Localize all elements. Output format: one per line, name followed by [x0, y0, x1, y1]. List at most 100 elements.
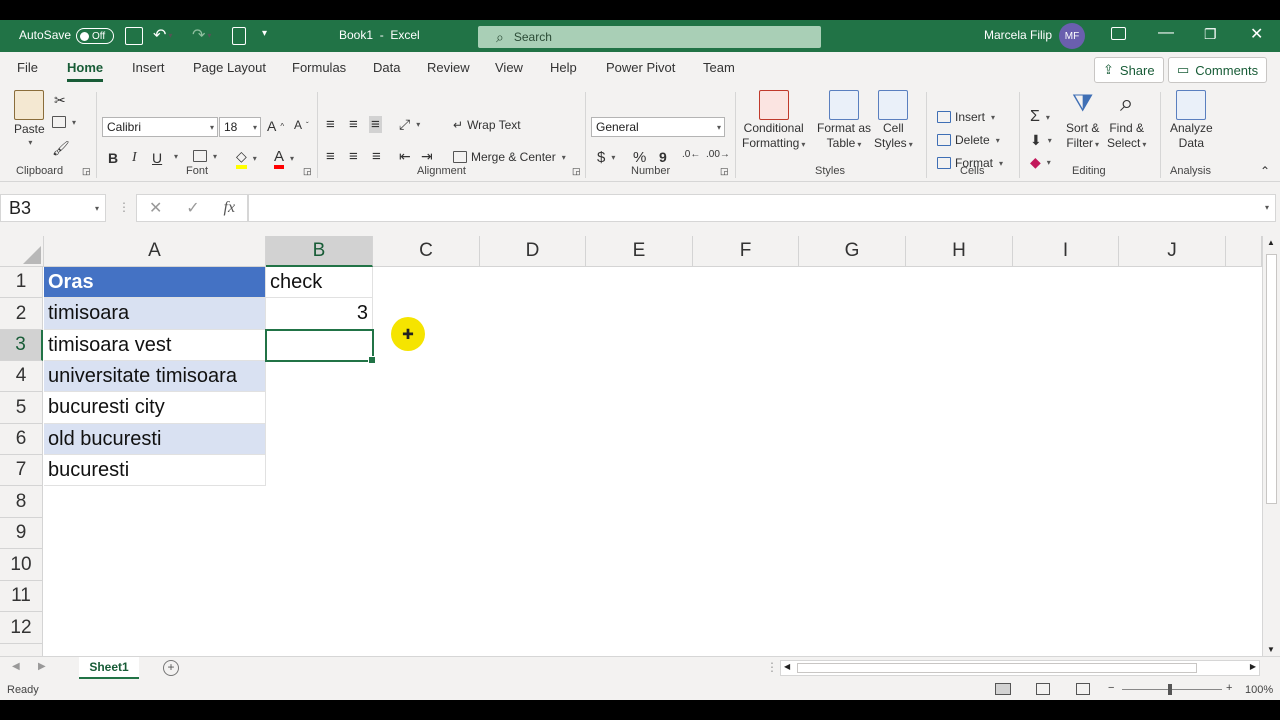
comments-button[interactable]: ▭ Comments — [1168, 57, 1268, 83]
horizontal-scrollbar[interactable]: ◀ ▶ — [780, 660, 1260, 676]
scroll-down-icon[interactable]: ▼ — [1267, 645, 1275, 654]
cell-a7[interactable]: bucuresti — [44, 455, 266, 486]
merge-center-button[interactable]: Merge & Center ▾ — [453, 150, 566, 164]
row-header-10[interactable]: 10 — [0, 549, 43, 581]
format-painter-icon[interactable]: 🖌 — [52, 140, 70, 157]
column-header-c[interactable]: C — [373, 236, 480, 267]
tab-help[interactable]: Help — [550, 60, 577, 75]
cancel-icon[interactable]: ✕ — [149, 198, 162, 218]
row-header-13-partial[interactable] — [0, 644, 43, 656]
align-top-icon[interactable]: ≡ — [326, 116, 335, 133]
column-header-a[interactable]: A — [44, 236, 266, 267]
cell-a1[interactable]: Oras — [44, 267, 266, 298]
row-header-2[interactable]: 2 — [0, 298, 43, 330]
autosum-icon[interactable]: Σ ▾ — [1030, 108, 1050, 126]
row-header-4[interactable]: 4 — [0, 361, 43, 392]
normal-view-icon[interactable] — [995, 683, 1011, 695]
undo-icon[interactable]: ↶ ▾ — [153, 25, 172, 45]
clear-icon[interactable]: ◆ ▾ — [1030, 154, 1051, 171]
share-button[interactable]: ⇪ Share — [1094, 57, 1164, 83]
find-select-button[interactable]: ⌕ Find & Select ▾ — [1107, 90, 1146, 150]
fill-color-icon[interactable]: ◇ ▾ — [236, 148, 257, 169]
font-color-icon[interactable]: A ▾ — [274, 148, 294, 169]
cell-b1[interactable]: check — [266, 267, 373, 298]
column-header-i[interactable]: I — [1013, 236, 1119, 267]
zoom-level[interactable]: 100% — [1245, 684, 1273, 696]
row-header-6[interactable]: 6 — [0, 424, 43, 455]
vertical-scrollbar[interactable]: ▲ ▼ — [1262, 236, 1280, 656]
tab-file[interactable]: File — [17, 60, 38, 75]
search-box[interactable]: ⌕ Search — [478, 26, 821, 48]
cell-styles-button[interactable]: Cell Styles ▾ — [874, 90, 913, 150]
ribbon-display-options-icon[interactable] — [1111, 27, 1126, 40]
number-launcher-icon[interactable]: ◲ — [720, 166, 729, 177]
minimize-icon[interactable]: — — [1158, 24, 1174, 42]
decrease-font-icon[interactable]: Aˇ — [294, 118, 309, 132]
tab-split-icon[interactable]: ⋮ — [766, 660, 778, 674]
row-header-12[interactable]: 12 — [0, 612, 43, 644]
zoom-out-icon[interactable]: − — [1108, 682, 1114, 694]
underline-button[interactable]: U — [152, 150, 162, 166]
clipboard-launcher-icon[interactable]: ◲ — [82, 166, 91, 177]
decrease-indent-icon[interactable]: ⇤ — [399, 148, 411, 165]
row-header-8[interactable]: 8 — [0, 486, 43, 518]
zoom-slider[interactable] — [1122, 689, 1222, 690]
column-header-d[interactable]: D — [480, 236, 586, 267]
currency-button[interactable]: $ ▾ — [597, 149, 615, 166]
orientation-icon[interactable]: ⤢ ▾ — [399, 116, 420, 133]
font-launcher-icon[interactable]: ◲ — [303, 166, 312, 177]
tab-team[interactable]: Team — [703, 60, 735, 75]
name-box[interactable]: B3 ▾ — [0, 194, 106, 222]
underline-dropdown-icon[interactable]: ▾ — [172, 152, 178, 161]
tab-insert[interactable]: Insert — [132, 60, 165, 75]
row-header-7[interactable]: 7 — [0, 455, 43, 486]
number-format-select[interactable]: General ▾ — [591, 117, 725, 137]
fill-icon[interactable]: ⬇ ▾ — [1030, 132, 1052, 149]
tab-data[interactable]: Data — [373, 60, 400, 75]
alignment-launcher-icon[interactable]: ◲ — [572, 166, 581, 177]
column-header-b[interactable]: B — [266, 236, 373, 267]
restore-icon[interactable]: ❐ — [1204, 26, 1217, 43]
column-header-j[interactable]: J — [1119, 236, 1226, 267]
zoom-in-icon[interactable]: + — [1226, 682, 1232, 694]
align-middle-icon[interactable]: ≡ — [349, 116, 358, 133]
prev-sheet-icon[interactable]: ◀ — [12, 661, 20, 672]
customize-qat-icon[interactable]: ▾ — [262, 28, 267, 39]
insert-function-button[interactable]: fx — [224, 199, 236, 217]
delete-cells-button[interactable]: Delete ▾ — [937, 133, 1000, 147]
cell-a2[interactable]: timisoara — [44, 298, 266, 330]
active-cell-selection[interactable] — [265, 329, 376, 364]
sort-filter-button[interactable]: ⧩ Sort & Filter ▾ — [1066, 90, 1099, 150]
increase-font-icon[interactable]: A ^ — [267, 118, 284, 134]
conditional-formatting-button[interactable]: Conditional Formatting ▾ — [742, 90, 805, 150]
expand-formula-icon[interactable]: ▾ — [1265, 203, 1269, 212]
cell-b2[interactable]: 3 — [266, 298, 373, 330]
scroll-left-icon[interactable]: ◀ — [784, 662, 790, 671]
analyze-data-button[interactable]: Analyze Data — [1170, 90, 1213, 150]
avatar[interactable]: MF — [1059, 23, 1085, 49]
save-icon[interactable] — [125, 27, 143, 45]
percent-button[interactable]: % — [633, 149, 646, 166]
font-size-select[interactable]: 18 ▾ — [219, 117, 261, 137]
row-header-9[interactable]: 9 — [0, 518, 43, 549]
scroll-right-icon[interactable]: ▶ — [1250, 662, 1256, 671]
insert-cells-button[interactable]: Insert ▾ — [937, 110, 995, 124]
close-icon[interactable]: ✕ — [1250, 24, 1263, 44]
italic-button[interactable]: I — [132, 150, 137, 166]
horizontal-scroll-thumb[interactable] — [797, 663, 1197, 673]
next-sheet-icon[interactable]: ▶ — [38, 661, 46, 672]
worksheet-grid[interactable]: A B C D E F G H I J 1 2 3 4 5 6 7 8 9 10… — [0, 236, 1262, 656]
row-header-11[interactable]: 11 — [0, 581, 43, 612]
format-as-table-button[interactable]: Format as Table ▾ — [817, 90, 871, 150]
vertical-scroll-thumb[interactable] — [1266, 254, 1277, 504]
tab-formulas[interactable]: Formulas — [292, 60, 346, 75]
page-break-view-icon[interactable] — [1076, 683, 1090, 695]
cell-a4[interactable]: universitate timisoara — [44, 361, 266, 392]
row-header-1[interactable]: 1 — [0, 267, 43, 298]
scroll-up-icon[interactable]: ▲ — [1267, 238, 1275, 247]
tab-page-layout[interactable]: Page Layout — [193, 60, 266, 75]
cell-a5[interactable]: bucuresti city — [44, 392, 266, 424]
align-bottom-icon[interactable]: ≡ — [369, 116, 382, 133]
align-right-icon[interactable]: ≡ — [372, 148, 381, 165]
tab-review[interactable]: Review — [427, 60, 470, 75]
